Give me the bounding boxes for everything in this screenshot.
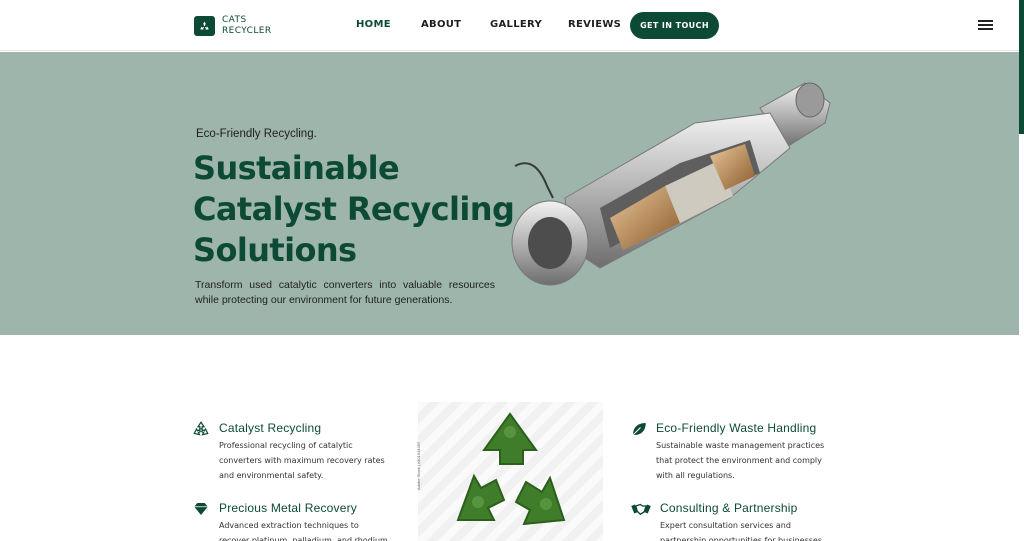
hero-eyebrow: Eco-Friendly Recycling.	[196, 128, 317, 140]
feature-desc-precious-metal-recovery: Advanced extraction techniques to recove…	[219, 521, 388, 541]
feature-title-consulting-partnership: Consulting & Partnership	[660, 501, 798, 515]
feature-title-eco-friendly-waste: Eco-Friendly Waste Handling	[656, 421, 817, 435]
scrollbar-thumb[interactable]	[1019, 0, 1024, 134]
hero-subtext: Transform used catalytic converters into…	[195, 279, 495, 306]
feature-desc-consulting-partnership: Expert consultation services and partner…	[660, 521, 822, 541]
feature-desc-catalyst-recycling: Professional recycling of catalytic conv…	[219, 441, 385, 480]
nav-link-gallery[interactable]: GALLERY	[490, 19, 542, 30]
hero-headline-line-3: Solutions	[193, 231, 357, 269]
nav-link-home[interactable]: HOME	[356, 19, 391, 30]
recycle-icon	[192, 420, 210, 438]
hero-headline: Sustainable Catalyst Recycling Solutions	[193, 148, 515, 271]
hero-headline-line-1: Sustainable	[193, 149, 400, 187]
image-credit: Adobe Stock | #301944497	[416, 441, 421, 490]
logo-text[interactable]: CATS RECYCLER	[222, 15, 272, 37]
logo-icon[interactable]	[194, 16, 215, 36]
hero-headline-line-2: Catalyst Recycling	[193, 190, 515, 228]
get-in-touch-button[interactable]: GET IN TOUCH	[630, 12, 719, 39]
handshake-icon	[630, 500, 652, 518]
feature-desc-eco-friendly-waste: Sustainable waste management practices t…	[656, 441, 825, 480]
logo-line-2: RECYCLER	[222, 26, 272, 36]
feature-title-precious-metal-recovery: Precious Metal Recovery	[219, 501, 357, 515]
diamond-icon	[192, 500, 210, 518]
nav-link-reviews[interactable]: REVIEWS	[568, 19, 621, 30]
feature-title-catalyst-recycling: Catalyst Recycling	[219, 421, 322, 435]
leaf-icon	[630, 420, 648, 438]
top-navbar: CATS RECYCLER HOME ABOUT GALLERY REVIEWS…	[0, 0, 1024, 51]
nav-link-about[interactable]: ABOUT	[421, 19, 461, 30]
catalytic-converter-image	[511, 82, 831, 286]
green-recycle-symbol-image	[418, 402, 603, 541]
menu-icon[interactable]	[978, 20, 993, 31]
logo-line-1: CATS	[222, 15, 247, 25]
